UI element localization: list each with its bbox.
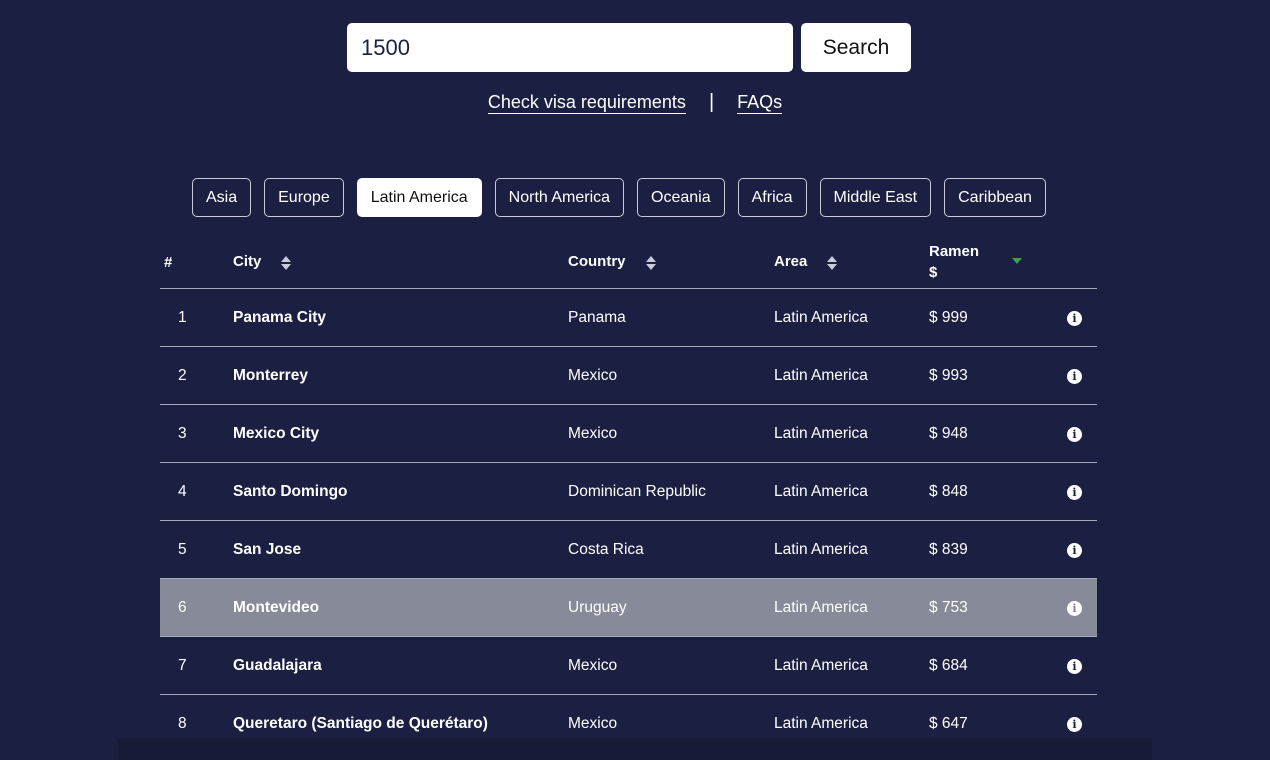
row-city: Santo Domingo xyxy=(233,462,568,521)
table-row[interactable]: 2 Monterrey Mexico Latin America $ 993 i xyxy=(160,346,1097,405)
row-ramen-price: $ 684 xyxy=(929,636,1049,695)
row-info: i xyxy=(1049,404,1097,463)
table-row[interactable]: 5 San Jose Costa Rica Latin America $ 839 i xyxy=(160,520,1097,579)
cities-table: # City Country Area Ramen $ 1 Panama City P… xyxy=(160,236,1097,753)
row-area: Latin America xyxy=(774,404,929,463)
row-num: 4 xyxy=(160,462,233,521)
row-city: Monterrey xyxy=(233,346,568,405)
sort-descending-icon[interactable] xyxy=(1012,258,1022,264)
table-row[interactable]: 3 Mexico City Mexico Latin America $ 948 i xyxy=(160,404,1097,463)
table-row[interactable]: 4 Santo Domingo Dominican Republic Latin Am… xyxy=(160,462,1097,521)
sort-icon[interactable] xyxy=(645,255,656,271)
search-input[interactable] xyxy=(347,23,793,72)
filter-africa[interactable]: Africa xyxy=(737,178,807,217)
row-area: Latin America xyxy=(774,636,929,695)
table-row[interactable]: 7 Guadalajara Mexico Latin America $ 684 i xyxy=(160,636,1097,695)
bottom-shadow xyxy=(118,738,1152,760)
row-info: i xyxy=(1049,520,1097,579)
header-ramen[interactable]: Ramen $ xyxy=(929,236,1049,289)
table-body: 1 Panama City Panama Latin America $ 999 i 2 Mo… xyxy=(160,288,1097,753)
row-num: 3 xyxy=(160,404,233,463)
row-num: 2 xyxy=(160,346,233,405)
info-icon[interactable]: i xyxy=(1067,600,1082,616)
filter-europe[interactable]: Europe xyxy=(264,178,344,217)
row-area: Latin America xyxy=(774,520,929,579)
row-ramen-price: $ 839 xyxy=(929,520,1049,579)
info-icon[interactable]: i xyxy=(1067,368,1082,384)
row-ramen-price: $ 753 xyxy=(929,578,1049,637)
row-ramen-price: $ 993 xyxy=(929,346,1049,405)
row-area: Latin America xyxy=(774,288,929,347)
row-country: Panama xyxy=(568,288,774,347)
info-icon[interactable]: i xyxy=(1067,716,1082,732)
info-icon[interactable]: i xyxy=(1067,484,1082,500)
row-num: 6 xyxy=(160,578,233,637)
row-city: Montevideo xyxy=(233,578,568,637)
filter-caribbean[interactable]: Caribbean xyxy=(944,178,1046,217)
info-icon[interactable]: i xyxy=(1067,658,1082,674)
check-visa-link[interactable]: Check visa requirements xyxy=(487,92,686,114)
row-country: Costa Rica xyxy=(568,520,774,579)
sort-icon[interactable] xyxy=(281,255,292,271)
table-header-row: # City Country Area Ramen $ xyxy=(160,236,1097,289)
row-num: 1 xyxy=(160,288,233,347)
search-bar: Search xyxy=(347,23,911,72)
row-country: Mexico xyxy=(568,636,774,695)
row-info: i xyxy=(1049,462,1097,521)
filter-middle-east[interactable]: Middle East xyxy=(819,178,932,217)
row-country: Uruguay xyxy=(568,578,774,637)
header-city[interactable]: City xyxy=(233,236,568,289)
row-city: Panama City xyxy=(233,288,568,347)
link-separator: | xyxy=(708,91,715,113)
region-filters: Asia Europe Latin America North America Ocea… xyxy=(192,178,1046,217)
row-info: i xyxy=(1049,288,1097,347)
header-area[interactable]: Area xyxy=(774,236,929,289)
row-country: Mexico xyxy=(568,346,774,405)
header-num: # xyxy=(160,236,233,289)
row-city: San Jose xyxy=(233,520,568,579)
header-country[interactable]: Country xyxy=(568,236,774,289)
row-info: i xyxy=(1049,578,1097,637)
header-info xyxy=(1049,236,1097,289)
row-area: Latin America xyxy=(774,346,929,405)
row-ramen-price: $ 999 xyxy=(929,288,1049,347)
row-area: Latin America xyxy=(774,462,929,521)
info-icon[interactable]: i xyxy=(1067,542,1082,558)
row-info: i xyxy=(1049,636,1097,695)
row-num: 5 xyxy=(160,520,233,579)
links-row: Check visa requirements | FAQs xyxy=(0,91,1270,114)
sort-icon[interactable] xyxy=(827,255,838,271)
row-country: Mexico xyxy=(568,404,774,463)
faqs-link[interactable]: FAQs xyxy=(737,92,783,114)
row-num: 7 xyxy=(160,636,233,695)
table-row[interactable]: 1 Panama City Panama Latin America $ 999 i xyxy=(160,288,1097,347)
filter-oceania[interactable]: Oceania xyxy=(637,178,725,217)
table-row[interactable]: 6 Montevideo Uruguay Latin America $ 753 i xyxy=(160,578,1097,637)
search-button[interactable]: Search xyxy=(801,23,911,72)
info-icon[interactable]: i xyxy=(1067,310,1082,326)
row-ramen-price: $ 948 xyxy=(929,404,1049,463)
row-area: Latin America xyxy=(774,578,929,637)
row-ramen-price: $ 848 xyxy=(929,462,1049,521)
row-info: i xyxy=(1049,346,1097,405)
info-icon[interactable]: i xyxy=(1067,426,1082,442)
page: Search Check visa requirements | FAQs As… xyxy=(0,0,1270,760)
row-city: Mexico City xyxy=(233,404,568,463)
filter-latin-america[interactable]: Latin America xyxy=(356,178,482,217)
filter-north-america[interactable]: North America xyxy=(494,178,625,217)
row-city: Guadalajara xyxy=(233,636,568,695)
row-country: Dominican Republic xyxy=(568,462,774,521)
filter-asia[interactable]: Asia xyxy=(192,178,252,217)
